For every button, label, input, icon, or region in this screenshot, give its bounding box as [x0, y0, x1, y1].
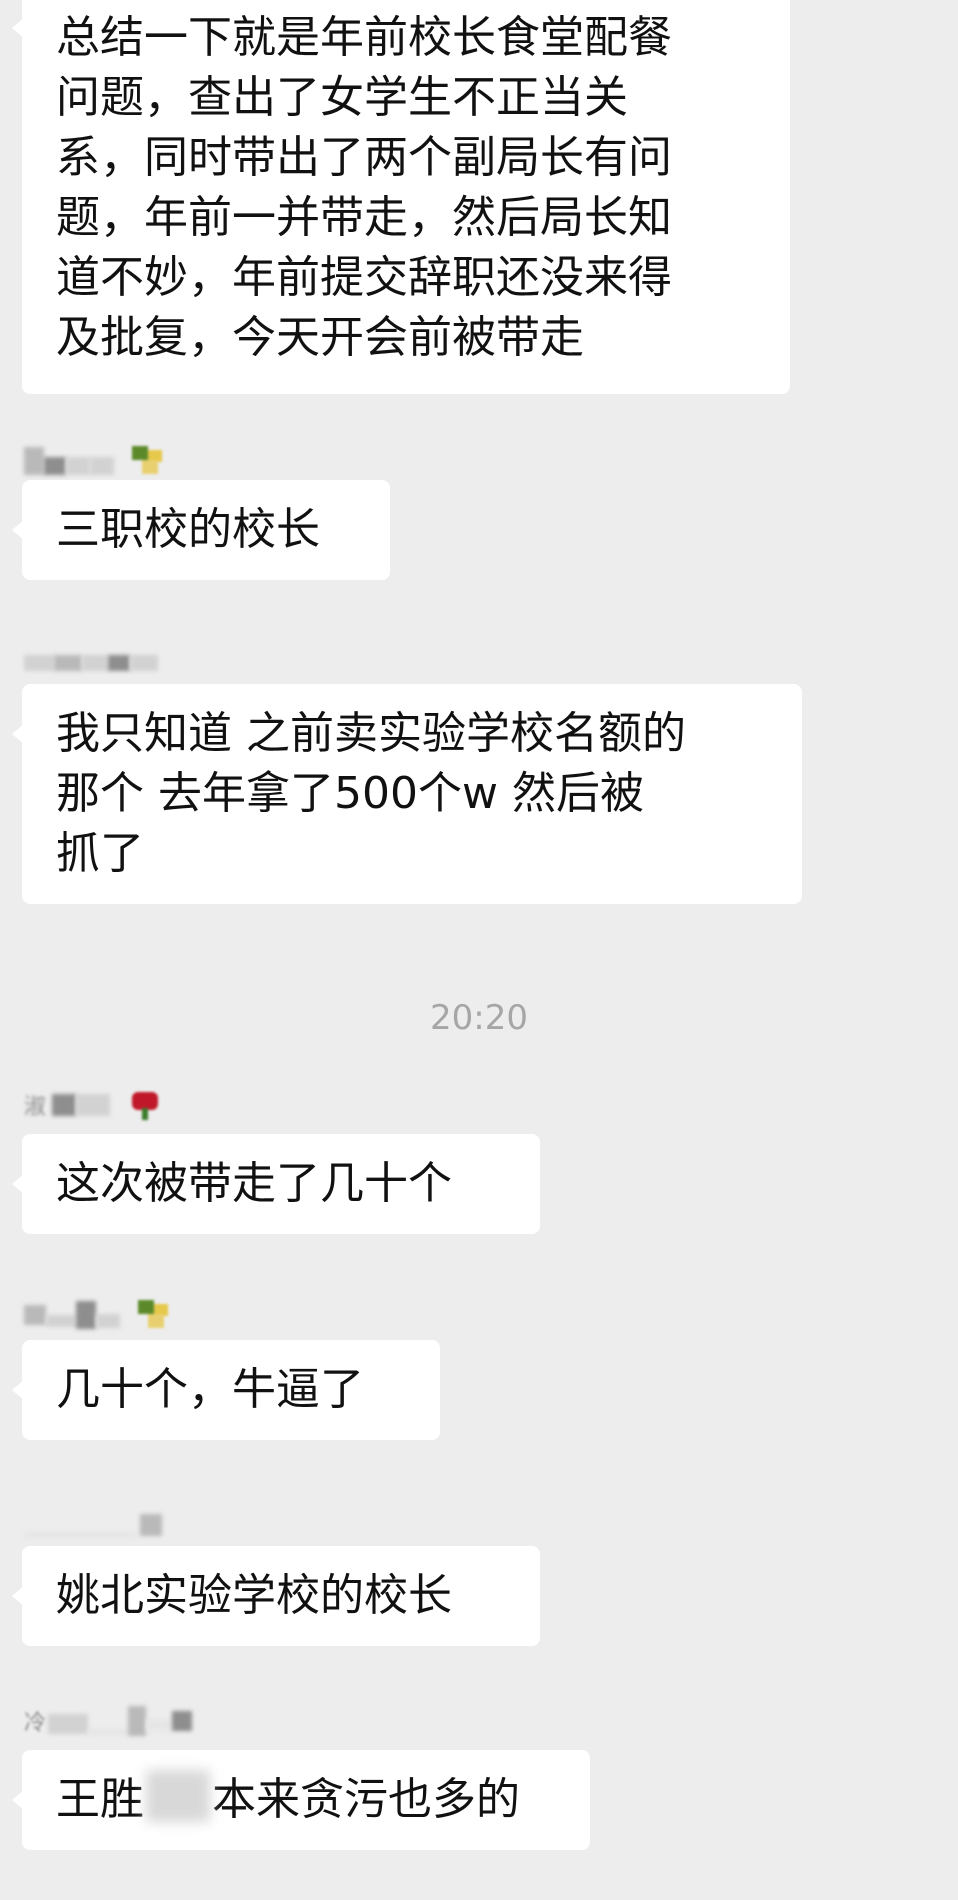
sender-name-blurred[interactable]: 冷 — [24, 1706, 193, 1736]
message-text-line: 总结一下就是年前校长食堂配餐 — [56, 12, 672, 63]
message-text-line: 三职校的校长 — [56, 504, 320, 555]
message-text-line: 抓了 — [56, 828, 144, 879]
message-text-line: 我只知道 之前卖实验学校名额的 — [56, 708, 686, 759]
blurred-name — [54, 655, 82, 671]
bubble-tail — [12, 1174, 24, 1194]
message-text-line: 题，年前一并带走，然后局长知 — [56, 192, 672, 243]
blurred-name — [146, 1719, 173, 1731]
bubble-tail — [12, 724, 24, 744]
message-bubble-5[interactable]: 几十个，牛逼了 — [12, 1340, 440, 1440]
message-text-line: 姚北实验学校的校长 — [56, 1570, 452, 1621]
message-text-line: 王胜 本来贪污也多的 — [56, 1770, 556, 1830]
blurred-name — [46, 1315, 76, 1327]
message-bubble-7[interactable]: 王胜 本来贪污也多的 — [12, 1750, 590, 1850]
blurred-name — [140, 1514, 162, 1536]
blurred-name — [76, 1301, 96, 1329]
blurred-name — [24, 1305, 46, 1325]
bubble-tail — [12, 18, 24, 38]
emoji-icon — [132, 446, 168, 476]
message-text-line: 系，同时带出了两个副局长有问 — [56, 132, 672, 183]
message-text-line: 道不妙，年前提交辞职还没来得 — [56, 252, 672, 303]
redacted-mosaic — [146, 1770, 210, 1822]
blurred-name — [90, 457, 114, 475]
bubble-tail — [12, 1586, 24, 1606]
message-text-suffix: 本来贪污也多的 — [212, 1774, 520, 1825]
message-bubble-4[interactable]: 这次被带走了几十个 — [12, 1134, 540, 1234]
blurred-name — [24, 655, 54, 671]
bubble-tail — [12, 520, 24, 540]
bubble-tail — [12, 1790, 24, 1810]
blurred-name — [130, 655, 158, 671]
message-text-line: 问题，查出了女学生不正当关 — [56, 72, 628, 123]
blurred-name — [52, 1094, 77, 1116]
blurred-name — [96, 1314, 120, 1328]
blurred-name — [108, 655, 130, 671]
blurred-name — [88, 1729, 129, 1735]
message-bubble-1[interactable]: 总结一下就是年前校长食堂配餐 问题，查出了女学生不正当关 系，同时带出了两个副局… — [12, 0, 790, 394]
sender-name-char: 淑 — [24, 1095, 47, 1120]
blurred-name — [172, 1711, 193, 1731]
sender-name-blurred[interactable] — [24, 446, 168, 476]
rose-emoji-icon — [128, 1090, 164, 1120]
message-text-prefix: 王胜 — [56, 1774, 144, 1825]
sender-name-char: 冷 — [24, 1711, 47, 1736]
message-text-line: 那个 去年拿了500个w 然后被 — [56, 768, 644, 819]
message-timestamp: 20:20 — [430, 998, 528, 1038]
blurred-name — [24, 447, 44, 475]
message-text-line: 这次被带走了几十个 — [56, 1158, 452, 1209]
bubble-tail — [12, 1380, 24, 1400]
message-bubble-3[interactable]: 我只知道 之前卖实验学校名额的 那个 去年拿了500个w 然后被 抓了 — [12, 684, 802, 904]
message-bubble-6[interactable]: 姚北实验学校的校长 — [12, 1546, 540, 1646]
sender-name-blurred[interactable] — [24, 1510, 162, 1540]
message-bubble-2[interactable]: 三职校的校长 — [12, 480, 390, 580]
blurred-name — [24, 1532, 136, 1538]
blurred-name — [82, 655, 108, 671]
sender-name-blurred[interactable] — [24, 1300, 174, 1330]
blurred-name — [66, 457, 90, 475]
sender-name-blurred[interactable]: 淑 — [24, 1090, 164, 1120]
blurred-name — [76, 1094, 111, 1116]
blurred-name — [128, 1706, 147, 1736]
blurred-name — [44, 457, 66, 475]
message-text-line: 及批复，今天开会前被带走 — [56, 312, 584, 363]
sender-name-blurred[interactable] — [24, 648, 158, 678]
emoji-icon — [138, 1300, 174, 1330]
message-text-line: 几十个，牛逼了 — [56, 1364, 364, 1415]
blurred-name — [48, 1714, 89, 1734]
